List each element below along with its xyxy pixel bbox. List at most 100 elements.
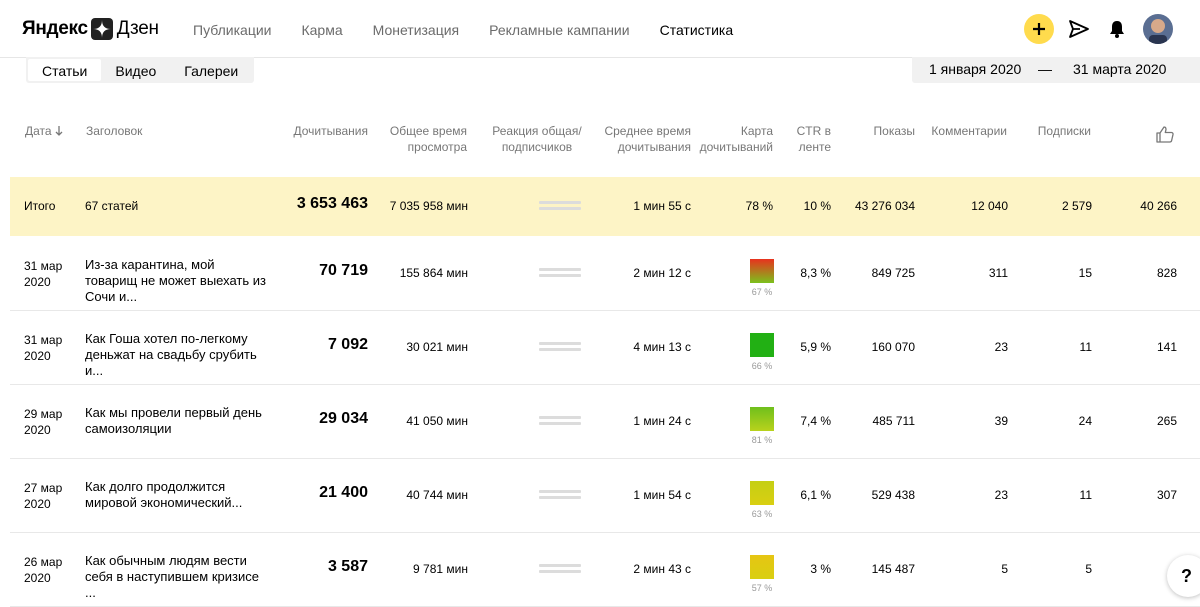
row-title-link[interactable]: Как долго продолжится мировой экономичес… bbox=[85, 479, 270, 511]
row-shows: 529 438 bbox=[871, 488, 915, 502]
row-comments: 39 bbox=[994, 414, 1008, 428]
nav-karma[interactable]: Карма bbox=[301, 21, 342, 39]
row-comments: 5 bbox=[1001, 562, 1008, 576]
table-row[interactable]: 26 мар 2020 Как обычным людям вести себя в… bbox=[10, 533, 1200, 607]
row-likes: 828 bbox=[1156, 266, 1177, 280]
col-head-reads-map[interactable]: Карта дочитываний bbox=[697, 123, 773, 155]
row-comments: 23 bbox=[994, 488, 1008, 502]
tab-video[interactable]: Видео bbox=[101, 59, 170, 81]
nav-ad-campaigns[interactable]: Рекламные кампании bbox=[489, 21, 629, 39]
add-publication-button[interactable] bbox=[1024, 14, 1054, 44]
row-reads-map-percent: 66 % bbox=[751, 361, 773, 371]
bell-icon[interactable] bbox=[1107, 19, 1127, 39]
table-total-row: Итого 67 статей 3 653 463 7 035 958 мин … bbox=[10, 177, 1200, 236]
row-total-time: 41 050 мин bbox=[406, 414, 468, 428]
row-reaction-bar[interactable] bbox=[539, 490, 581, 500]
col-head-reads[interactable]: Дочитывания bbox=[280, 123, 369, 139]
row-avg-time: 1 мин 54 с bbox=[633, 488, 691, 502]
sort-arrow-down-icon bbox=[55, 126, 63, 136]
col-head-total-time[interactable]: Общее время просмотра bbox=[383, 123, 467, 155]
row-total-time: 30 021 мин bbox=[406, 340, 468, 354]
nav-publications[interactable]: Публикации bbox=[193, 21, 271, 39]
total-shows: 43 276 034 bbox=[854, 199, 915, 213]
help-icon: ? bbox=[1181, 565, 1192, 586]
row-date-day: 27 мар bbox=[24, 481, 63, 495]
row-reads: 3 587 bbox=[327, 558, 368, 575]
table-row[interactable]: 31 мар 2020 Как Гоша хотел по-легкому день… bbox=[10, 311, 1200, 385]
tab-articles[interactable]: Статьи bbox=[28, 59, 102, 81]
row-comments: 23 bbox=[994, 340, 1008, 354]
row-date-year: 2020 bbox=[24, 423, 51, 437]
tab-galleries[interactable]: Галереи bbox=[170, 59, 252, 81]
plus-icon bbox=[1033, 23, 1045, 35]
row-reads-map-percent: 81 % bbox=[751, 435, 773, 445]
row-date-day: 26 мар bbox=[24, 555, 63, 569]
row-comments: 311 bbox=[988, 266, 1008, 280]
row-title-link[interactable]: Из-за карантина, мой товарищ не может вы… bbox=[85, 257, 270, 305]
row-subscriptions: 11 bbox=[1079, 488, 1092, 502]
col-head-avg-time[interactable]: Среднее время дочитывания bbox=[596, 123, 691, 155]
row-title-link[interactable]: Как мы провели первый день самоизоляции bbox=[85, 405, 270, 437]
row-ctr: 3 % bbox=[810, 562, 831, 576]
row-avg-time: 4 мин 13 с bbox=[633, 340, 691, 354]
table-row[interactable]: 31 мар 2020 Из-за карантина, мой товарищ н… bbox=[10, 237, 1200, 311]
likes-thumb-up-icon[interactable] bbox=[1156, 126, 1174, 143]
table-row[interactable]: 29 мар 2020 Как мы провели первый день сам… bbox=[10, 385, 1200, 459]
row-reads-map-square[interactable] bbox=[750, 407, 774, 431]
main-nav: Публикации Карма Монетизация Рекламные к… bbox=[193, 21, 763, 39]
row-title-link[interactable]: Как Гоша хотел по-легкому деньжат на сва… bbox=[85, 331, 270, 379]
row-date-year: 2020 bbox=[24, 497, 51, 511]
col-head-date[interactable]: Дата bbox=[25, 123, 63, 139]
content-type-tabs: Статьи Видео Галереи bbox=[26, 57, 255, 83]
total-title: 67 статей bbox=[85, 199, 139, 213]
row-reaction-bar[interactable] bbox=[539, 342, 581, 352]
row-title-link[interactable]: Как обычным людям вести себя в наступивш… bbox=[85, 553, 270, 601]
col-head-subscriptions[interactable]: Подписки bbox=[1025, 123, 1091, 139]
row-likes: 265 bbox=[1156, 414, 1177, 428]
row-reaction-bar[interactable] bbox=[539, 564, 581, 574]
row-subscriptions: 11 bbox=[1079, 340, 1092, 354]
row-subscriptions: 15 bbox=[1078, 266, 1092, 280]
row-date-year: 2020 bbox=[24, 349, 51, 363]
send-icon[interactable] bbox=[1068, 19, 1090, 39]
date-range-picker[interactable]: 1 января 2020 — 31 марта 2020 bbox=[912, 57, 1200, 83]
nav-statistics[interactable]: Статистика bbox=[660, 21, 734, 39]
row-reaction-bar[interactable] bbox=[539, 416, 581, 426]
logo[interactable]: Яндекс Дзен bbox=[22, 17, 159, 41]
col-head-title: Заголовок bbox=[86, 124, 143, 138]
row-date-day: 31 мар bbox=[24, 259, 63, 273]
row-reads: 70 719 bbox=[319, 262, 368, 279]
total-reads-map: 78 % bbox=[745, 199, 773, 213]
logo-text-zen: Дзен bbox=[116, 18, 159, 39]
nav-monetization[interactable]: Монетизация bbox=[373, 21, 460, 39]
col-head-ctr[interactable]: CTR в ленте bbox=[790, 123, 831, 155]
col-head-shows[interactable]: Показы bbox=[860, 123, 915, 139]
row-date-day: 29 мар bbox=[24, 407, 63, 421]
row-reads-map-square[interactable] bbox=[750, 333, 774, 357]
date-to[interactable]: 31 марта 2020 bbox=[1073, 61, 1166, 77]
col-head-reaction[interactable]: Реакция общая/ подписчиков bbox=[487, 123, 587, 155]
row-avg-time: 2 мин 43 с bbox=[633, 562, 691, 576]
row-shows: 485 711 bbox=[872, 414, 916, 428]
user-avatar[interactable] bbox=[1143, 14, 1173, 44]
row-reads-map-percent: 57 % bbox=[751, 583, 773, 593]
date-from[interactable]: 1 января 2020 bbox=[929, 61, 1021, 77]
col-head-comments[interactable]: Комментарии bbox=[925, 123, 1007, 139]
date-dash: — bbox=[1038, 61, 1052, 77]
row-date-year: 2020 bbox=[24, 275, 51, 289]
row-reads-map-square[interactable] bbox=[750, 555, 774, 579]
row-likes: 307 bbox=[1156, 488, 1177, 502]
row-subscriptions: 24 bbox=[1078, 414, 1092, 428]
table-row[interactable]: 27 мар 2020 Как долго продолжится мировой … bbox=[10, 459, 1200, 533]
zen-logo-icon bbox=[90, 18, 113, 40]
row-ctr: 6,1 % bbox=[800, 488, 831, 502]
row-ctr: 5,9 % bbox=[800, 340, 831, 354]
total-comments: 12 040 bbox=[971, 199, 1008, 213]
row-ctr: 8,3 % bbox=[800, 266, 831, 280]
row-subscriptions: 5 bbox=[1085, 562, 1092, 576]
row-reaction-bar[interactable] bbox=[539, 268, 581, 278]
row-avg-time: 1 мин 24 с bbox=[633, 414, 691, 428]
row-reads-map-square[interactable] bbox=[750, 259, 774, 283]
row-reads-map-square[interactable] bbox=[750, 481, 774, 505]
avatar-photo-icon bbox=[1143, 14, 1173, 44]
